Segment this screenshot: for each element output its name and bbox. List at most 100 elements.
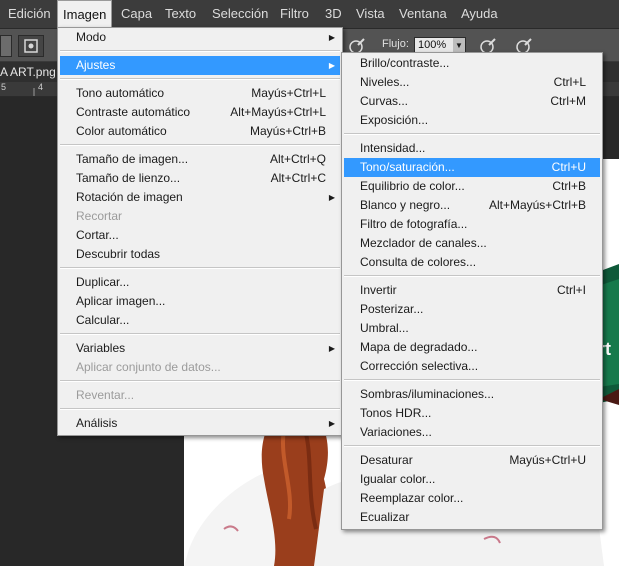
- menu-separator: [60, 408, 340, 410]
- menu-item-label: Contraste automático: [76, 105, 191, 119]
- menu-item-filtro-de-fotografia[interactable]: Filtro de fotografía...: [344, 215, 600, 234]
- menu-item-contraste-automatico[interactable]: Contraste automático Alt+Mayús+Ctrl+L: [60, 103, 340, 122]
- menu-item-cortar[interactable]: Cortar...: [60, 226, 340, 245]
- menu-capa[interactable]: Capa: [116, 0, 157, 28]
- menu-item-label: Rotación de imagen: [76, 190, 183, 204]
- submenu-arrow-icon: ▶: [328, 344, 335, 353]
- brush-panel-icon[interactable]: [18, 35, 44, 57]
- menu-filtro[interactable]: Filtro: [275, 0, 314, 28]
- menu-item-shortcut: Alt+Ctrl+Q: [269, 152, 326, 166]
- menu-bar: Edición Imagen Capa Texto Selección Filt…: [0, 0, 619, 29]
- menu-item-tamano-de-lienzo[interactable]: Tamaño de lienzo... Alt+Ctrl+C: [60, 169, 340, 188]
- menu-item-shortcut: Mayús+Ctrl+B: [249, 124, 326, 138]
- menu-item-calcular[interactable]: Calcular...: [60, 311, 340, 330]
- menu-item-label: Igualar color...: [360, 472, 436, 486]
- menu-item-label: Variables: [76, 341, 126, 355]
- menu-item-equilibrio-de-color[interactable]: Equilibrio de color... Ctrl+B: [344, 177, 600, 196]
- flujo-value: 100%: [418, 39, 447, 51]
- menu-item-label: Calcular...: [76, 313, 130, 327]
- menu-item-reventar: Reventar...: [60, 386, 340, 405]
- menu-item-igualar-color[interactable]: Igualar color...: [344, 470, 600, 489]
- menu-item-label: Reemplazar color...: [360, 491, 464, 505]
- menu-item-recortar: Recortar: [60, 207, 340, 226]
- menu-item-curvas[interactable]: Curvas... Ctrl+M: [344, 92, 600, 111]
- menu-item-tono-automatico[interactable]: Tono automático Mayús+Ctrl+L: [60, 84, 340, 103]
- menu-item-descubrir-todas[interactable]: Descubrir todas: [60, 245, 340, 264]
- menu-item-exposicion[interactable]: Exposición...: [344, 111, 600, 130]
- tool-preset-dropdown[interactable]: [0, 35, 12, 57]
- menu-item-shortcut: Ctrl+B: [552, 179, 586, 193]
- menu-item-sombras-iluminaciones[interactable]: Sombras/iluminaciones...: [344, 385, 600, 404]
- menu-item-variaciones[interactable]: Variaciones...: [344, 423, 600, 442]
- menu-item-tamano-de-imagen[interactable]: Tamaño de imagen... Alt+Ctrl+Q: [60, 150, 340, 169]
- menu-item-ajustes[interactable]: Ajustes ▶: [60, 56, 340, 75]
- imagen-menu: Modo ▶ Ajustes ▶ Tono automático Mayús+Ctrl+L…: [57, 27, 343, 436]
- menu-item-label: Descubrir todas: [76, 247, 161, 261]
- menu-item-label: Corrección selectiva...: [360, 359, 479, 373]
- menu-item-label: Invertir: [360, 283, 397, 297]
- menu-item-reemplazar-color[interactable]: Reemplazar color...: [344, 489, 600, 508]
- menu-item-niveles[interactable]: Niveles... Ctrl+L: [344, 73, 600, 92]
- menu-item-duplicar[interactable]: Duplicar...: [60, 273, 340, 292]
- menu-texto[interactable]: Texto: [160, 0, 201, 28]
- menu-item-consulta-de-colores[interactable]: Consulta de colores...: [344, 253, 600, 272]
- menu-item-label: Umbral...: [360, 321, 409, 335]
- document-tab[interactable]: A ART.png: [0, 65, 56, 79]
- menu-ayuda[interactable]: Ayuda: [456, 0, 503, 28]
- menu-imagen[interactable]: Imagen: [57, 0, 113, 28]
- menu-separator: [344, 133, 600, 135]
- menu-item-label: Cortar...: [76, 228, 119, 242]
- menu-item-label: Intensidad...: [360, 141, 426, 155]
- menu-item-desaturar[interactable]: Desaturar Mayús+Ctrl+U: [344, 451, 600, 470]
- menu-ventana[interactable]: Ventana: [394, 0, 452, 28]
- menu-item-blanco-y-negro[interactable]: Blanco y negro... Alt+Mayús+Ctrl+B: [344, 196, 600, 215]
- menu-separator: [60, 78, 340, 80]
- menu-item-aplicar-conjunto-de-datos: Aplicar conjunto de datos...: [60, 358, 340, 377]
- menu-item-shortcut: Mayús+Ctrl+L: [251, 86, 326, 100]
- menu-item-shortcut: Ctrl+L: [553, 75, 586, 89]
- menu-item-shortcut: Ctrl+M: [550, 94, 586, 108]
- menu-separator: [344, 379, 600, 381]
- menu-item-modo[interactable]: Modo ▶: [60, 28, 340, 47]
- menu-item-intensidad[interactable]: Intensidad...: [344, 139, 600, 158]
- menu-item-label: Desaturar: [360, 453, 413, 467]
- menu-item-tono-saturacion[interactable]: Tono/saturación... Ctrl+U: [344, 158, 600, 177]
- menu-item-aplicar-imagen[interactable]: Aplicar imagen...: [60, 292, 340, 311]
- menu-item-rotacion-de-imagen[interactable]: Rotación de imagen ▶: [60, 188, 340, 207]
- menu-item-label: Tamaño de lienzo...: [76, 171, 181, 185]
- menu-item-label: Brillo/contraste...: [360, 56, 450, 70]
- menu-item-label: Duplicar...: [76, 275, 130, 289]
- menu-item-tonos-hdr[interactable]: Tonos HDR...: [344, 404, 600, 423]
- menu-vista[interactable]: Vista: [351, 0, 390, 28]
- menu-seleccion[interactable]: Selección: [207, 0, 273, 28]
- menu-item-color-automatico[interactable]: Color automático Mayús+Ctrl+B: [60, 122, 340, 141]
- menu-item-shortcut: Alt+Ctrl+C: [270, 171, 326, 185]
- menu-separator: [60, 380, 340, 382]
- flujo-label: Flujo:: [382, 38, 409, 50]
- menu-item-mezclador-de-canales[interactable]: Mezclador de canales...: [344, 234, 600, 253]
- menu-item-shortcut: Alt+Mayús+Ctrl+L: [230, 105, 326, 119]
- menu-item-posterizar[interactable]: Posterizar...: [344, 300, 600, 319]
- menu-item-variables[interactable]: Variables ▶: [60, 339, 340, 358]
- menu-separator: [60, 267, 340, 269]
- submenu-arrow-icon: ▶: [328, 33, 335, 42]
- menu-item-ecualizar[interactable]: Ecualizar: [344, 508, 600, 527]
- menu-item-mapa-de-degradado[interactable]: Mapa de degradado...: [344, 338, 600, 357]
- menu-item-label: Blanco y negro...: [360, 198, 451, 212]
- menu-item-label: Curvas...: [360, 94, 409, 108]
- menu-item-label: Color automático: [76, 124, 167, 138]
- menu-edicion[interactable]: Edición: [3, 0, 56, 28]
- menu-item-invertir[interactable]: Invertir Ctrl+I: [344, 281, 600, 300]
- submenu-arrow-icon: ▶: [328, 61, 335, 70]
- menu-separator: [344, 445, 600, 447]
- menu-item-label: Niveles...: [360, 75, 410, 89]
- menu-item-label: Mezclador de canales...: [360, 236, 487, 250]
- menu-item-shortcut: Ctrl+U: [551, 160, 586, 174]
- menu-item-label: Equilibrio de color...: [360, 179, 465, 193]
- menu-item-umbral[interactable]: Umbral...: [344, 319, 600, 338]
- menu-item-brillo-contraste[interactable]: Brillo/contraste...: [344, 54, 600, 73]
- menu-item-correccion-selectiva[interactable]: Corrección selectiva...: [344, 357, 600, 376]
- menu-item-analisis[interactable]: Análisis ▶: [60, 414, 340, 433]
- menu-item-label: Tamaño de imagen...: [76, 152, 189, 166]
- menu-3d[interactable]: 3D: [320, 0, 347, 28]
